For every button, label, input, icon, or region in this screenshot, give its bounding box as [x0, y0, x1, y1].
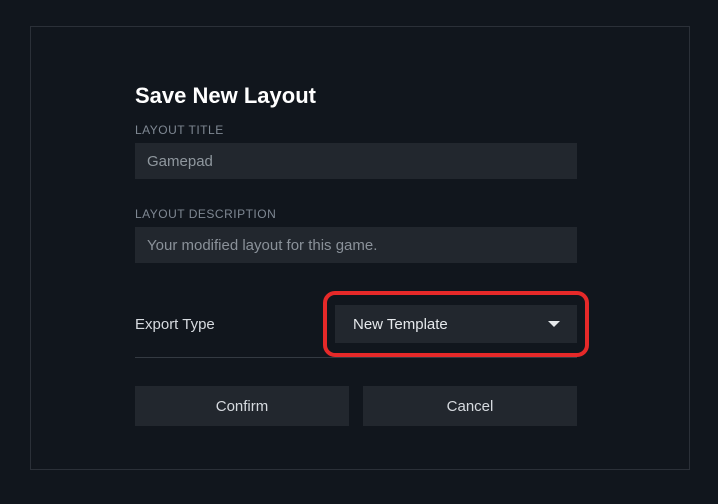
layout-title-label: LAYOUT TITLE [135, 123, 577, 137]
confirm-button[interactable]: Confirm [135, 386, 349, 426]
cancel-button-label: Cancel [447, 398, 494, 415]
layout-title-input[interactable] [135, 143, 577, 179]
dialog-body: Save New Layout LAYOUT TITLE LAYOUT DESC… [135, 83, 577, 426]
dialog-title: Save New Layout [135, 83, 577, 109]
cancel-button[interactable]: Cancel [363, 386, 577, 426]
export-type-label: Export Type [135, 316, 215, 333]
export-type-select[interactable]: New Template [335, 305, 577, 343]
layout-description-label: LAYOUT DESCRIPTION [135, 207, 577, 221]
save-layout-panel: Save New Layout LAYOUT TITLE LAYOUT DESC… [30, 26, 690, 470]
chevron-down-icon [547, 319, 561, 329]
dialog-buttons: Confirm Cancel [135, 386, 577, 426]
export-type-selected: New Template [353, 316, 448, 333]
layout-description-input[interactable] [135, 227, 577, 263]
confirm-button-label: Confirm [216, 398, 269, 415]
export-type-row: Export Type New Template [135, 305, 577, 358]
